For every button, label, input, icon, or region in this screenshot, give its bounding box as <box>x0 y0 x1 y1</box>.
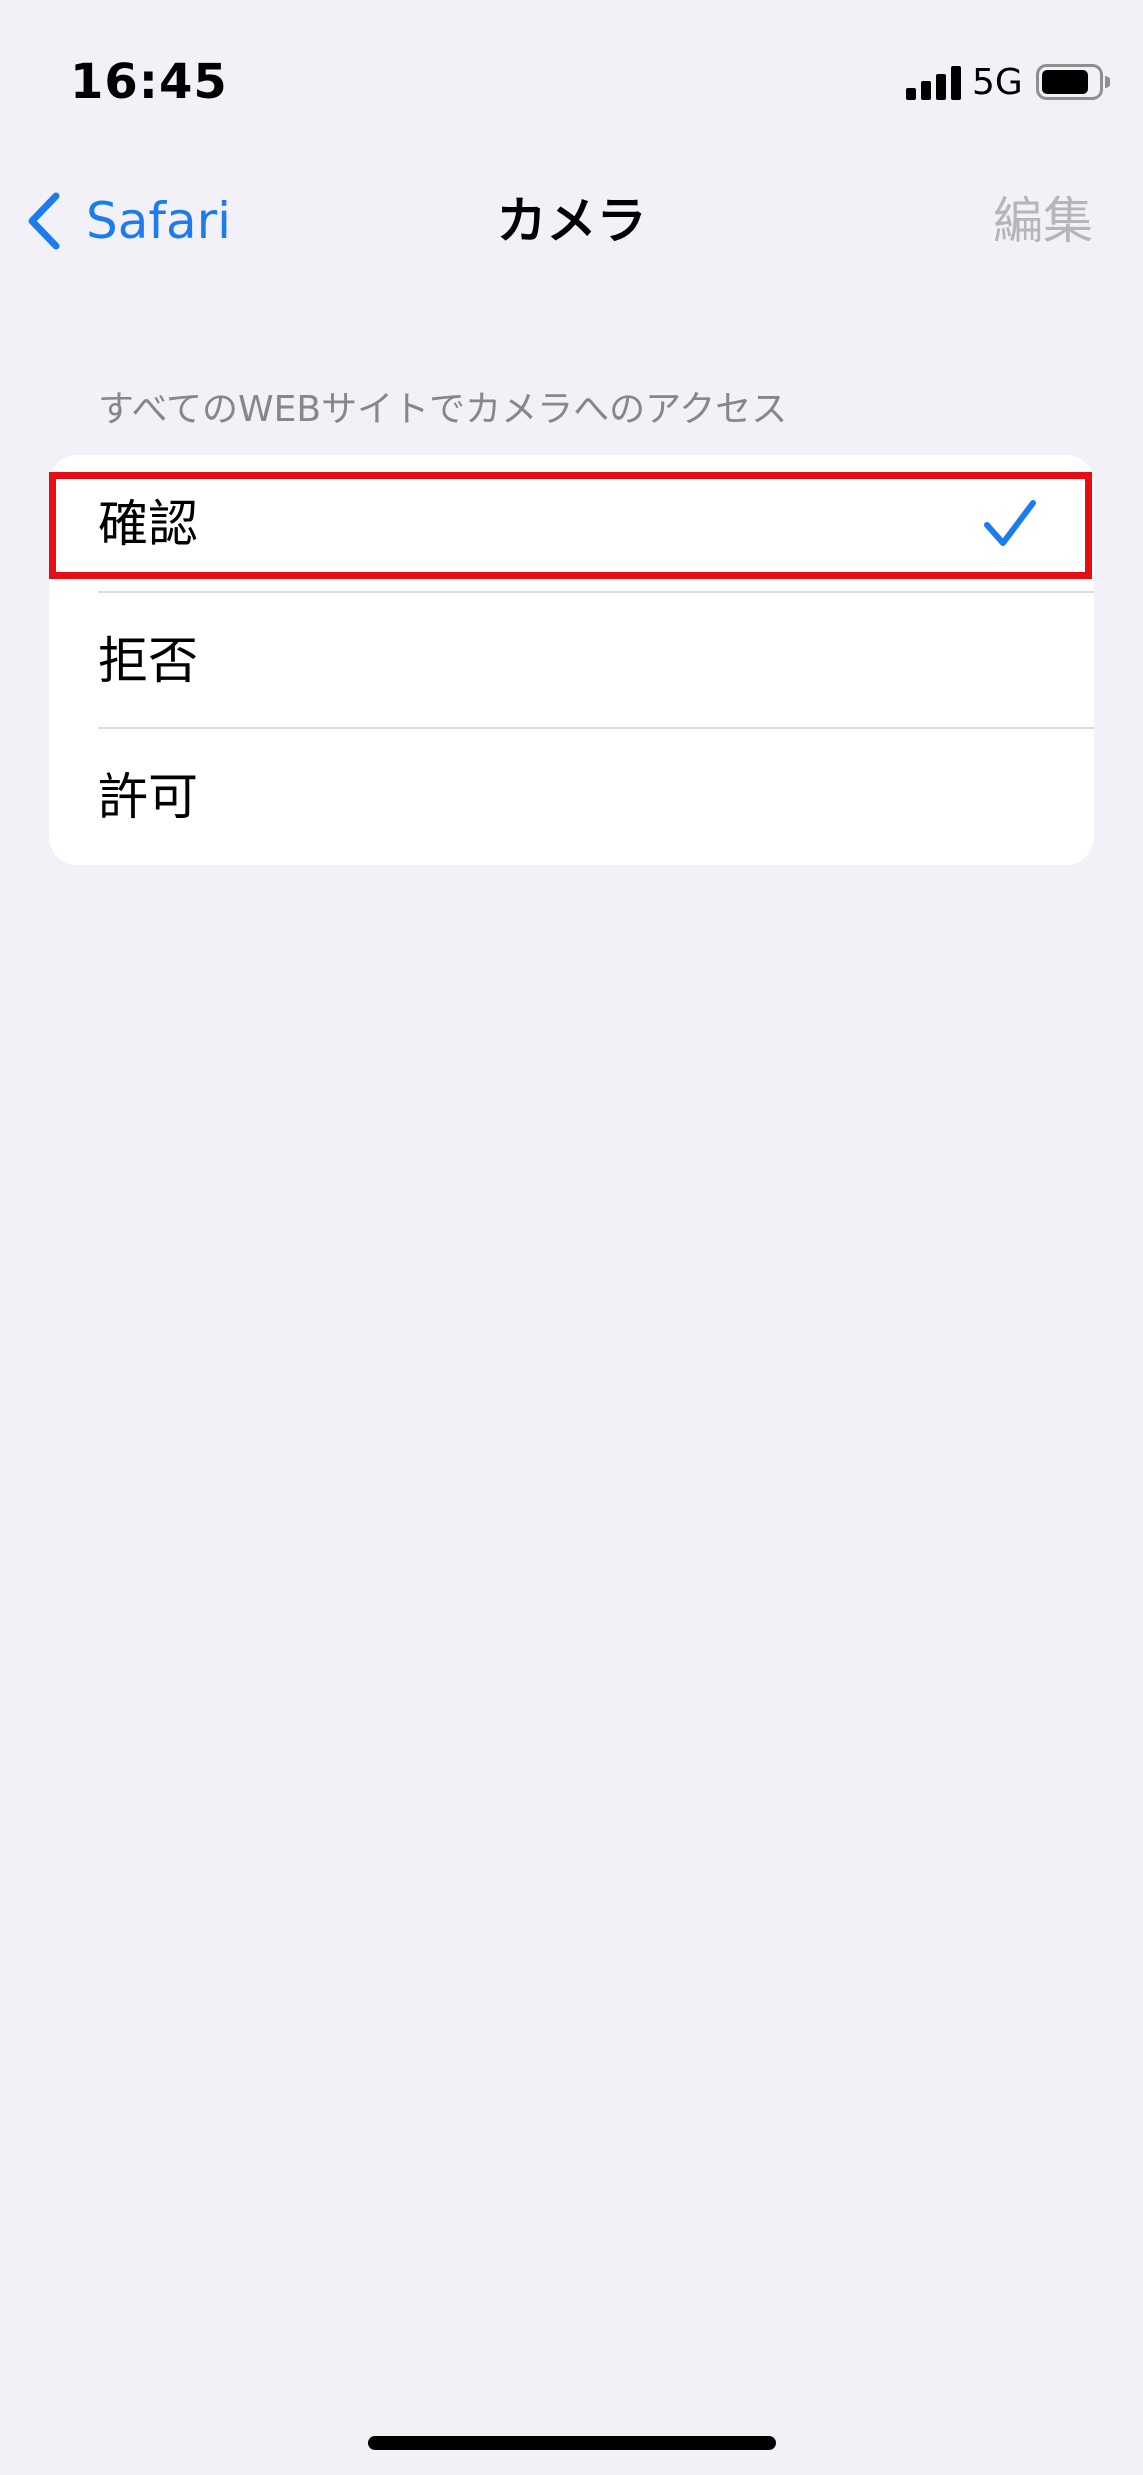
page-title: カメラ <box>496 192 647 250</box>
status-time: 16:45 <box>70 54 228 110</box>
status-bar: 16:45 5G <box>0 0 1143 160</box>
option-label: 拒否 <box>98 632 198 690</box>
edit-button[interactable]: 編集 <box>993 186 1093 256</box>
option-ask[interactable]: 確認 <box>49 455 1094 593</box>
checkmark-icon <box>984 500 1036 546</box>
section-header: すべてのWEBサイトでカメラへのアクセス <box>98 389 788 430</box>
option-label: 確認 <box>98 495 198 553</box>
option-deny[interactable]: 拒否 <box>49 593 1094 729</box>
network-type-label: 5G <box>972 62 1023 103</box>
navigation-bar: Safari カメラ 編集 <box>0 160 1143 280</box>
camera-access-options: 確認 拒否 許可 <box>49 455 1094 865</box>
home-indicator <box>368 2436 776 2450</box>
option-label: 許可 <box>98 768 198 826</box>
option-allow[interactable]: 許可 <box>49 729 1094 865</box>
battery-icon <box>1036 64 1110 100</box>
cellular-signal-icon <box>906 66 961 100</box>
